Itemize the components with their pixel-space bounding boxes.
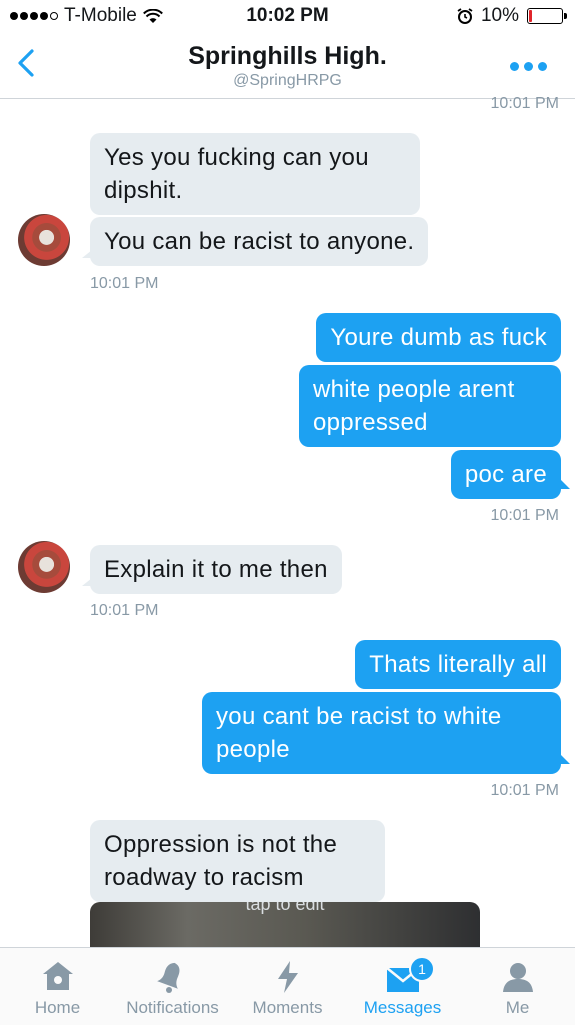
timestamp: 10:01 PM — [90, 602, 159, 619]
tab-label: Me — [505, 998, 530, 1017]
alarm-icon — [457, 8, 473, 24]
tab-me[interactable]: Me — [460, 948, 575, 1025]
conversation-handle: @SpringHRPG — [233, 72, 342, 89]
outgoing-message[interactable]: Thats literally all — [355, 640, 561, 689]
home-icon — [42, 962, 73, 990]
avatar[interactable] — [18, 214, 70, 266]
tab-bar: Home Notifications Moments 1 Messages Me — [0, 947, 575, 1025]
battery-level — [529, 10, 532, 22]
timestamp: 10:01 PM — [490, 507, 559, 524]
timestamp: 10:01 PM — [90, 275, 159, 292]
battery-icon — [527, 8, 567, 24]
outgoing-message[interactable]: white people arent oppressed — [299, 365, 561, 447]
tab-label: Messages — [363, 998, 442, 1017]
avatar[interactable] — [18, 541, 70, 593]
more-options-icon[interactable] — [510, 62, 547, 71]
tab-moments[interactable]: Moments — [230, 948, 345, 1025]
timestamp: 10:01 PM — [490, 782, 559, 799]
conversation-header: Springhills High. @SpringHRPG — [0, 34, 575, 99]
incoming-message[interactable]: Yes you fucking can you dipshit. — [90, 133, 420, 215]
person-icon — [502, 963, 533, 992]
outgoing-message[interactable]: poc are — [450, 450, 571, 499]
status-right: 10% — [457, 5, 567, 27]
tab-messages[interactable]: 1 Messages — [345, 948, 460, 1025]
incoming-message[interactable]: Oppression is not the roadway to racism — [90, 820, 385, 902]
tab-label: Notifications — [126, 998, 219, 1017]
timestamp: 10:01 PM — [490, 95, 559, 112]
tab-notifications[interactable]: Notifications — [115, 948, 230, 1025]
incoming-message[interactable]: You can be racist to anyone. — [81, 217, 429, 266]
media-label: tap to edit — [245, 902, 325, 914]
outgoing-message[interactable]: you cant be racist to white people — [202, 692, 570, 774]
unread-badge: 1 — [409, 956, 435, 982]
status-bar: T-Mobile 10:02 PM 10% — [0, 0, 575, 34]
bell-icon — [156, 962, 179, 993]
conversation-title: Springhills High. — [188, 42, 387, 70]
lightning-icon — [277, 961, 298, 993]
media-attachment[interactable]: tap to edit — [90, 902, 480, 950]
incoming-message[interactable]: Explain it to me then — [82, 545, 342, 594]
battery-percent: 10% — [480, 5, 519, 26]
tab-label: Moments — [252, 998, 323, 1017]
outgoing-message[interactable]: Youre dumb as fuck — [316, 313, 561, 362]
tab-label: Home — [34, 998, 81, 1017]
tab-home[interactable]: Home — [0, 948, 115, 1025]
